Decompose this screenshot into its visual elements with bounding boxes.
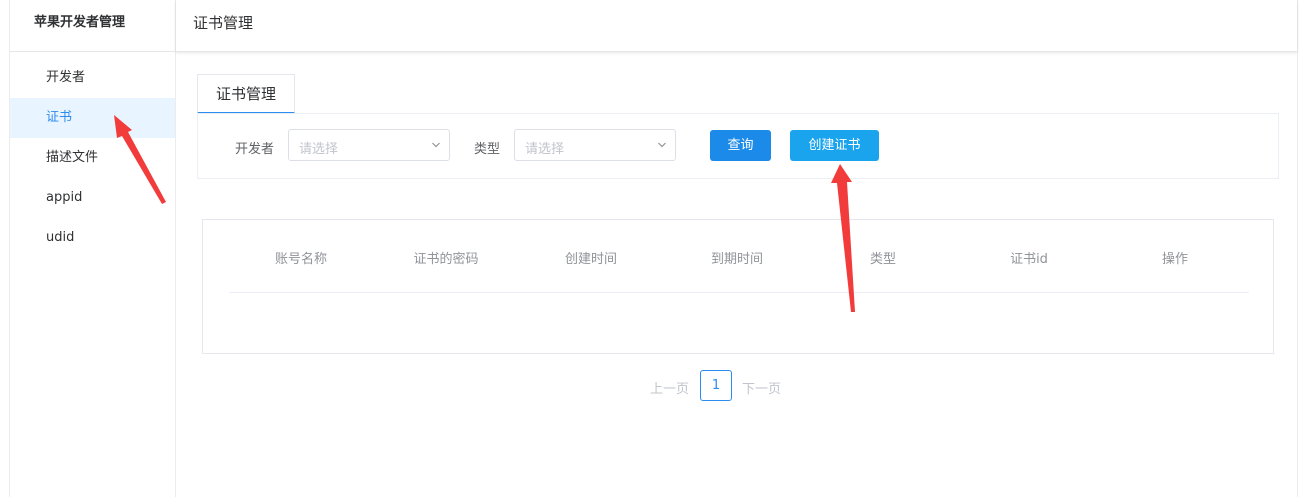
window-edge-right xyxy=(1297,0,1298,497)
type-select[interactable]: 请选择 xyxy=(514,129,676,161)
sidebar-menu: 开发者 证书 描述文件 appid udid xyxy=(10,58,175,258)
column-header-created-time: 创建时间 xyxy=(564,252,618,267)
page-number-current[interactable]: 1 xyxy=(700,370,732,401)
tab-certificate-management[interactable]: 证书管理 xyxy=(197,74,296,114)
sidebar-divider xyxy=(10,46,175,52)
certificate-table: 账号名称 证书的密码 创建时间 到期时间 类型 证书id 操作 xyxy=(202,219,1274,354)
next-page-button[interactable]: 下一页 xyxy=(742,378,781,397)
app-root: 苹果开发者管理 开发者 证书 描述文件 appid udid 证书管理 证书管理… xyxy=(0,0,1301,497)
developer-select-placeholder: 请选择 xyxy=(299,142,339,157)
sidebar-item-udid[interactable]: udid xyxy=(10,218,175,258)
pagination: 上一页 1 下一页 xyxy=(0,370,1301,402)
sidebar: 苹果开发者管理 开发者 证书 描述文件 appid udid xyxy=(10,0,176,497)
page-title: 证书管理 xyxy=(193,14,254,32)
column-header-expiry-time: 到期时间 xyxy=(710,252,764,267)
developer-select[interactable]: 请选择 xyxy=(288,129,450,161)
developer-filter-label: 开发者 xyxy=(235,142,275,157)
sidebar-item-developer[interactable]: 开发者 xyxy=(10,58,175,98)
type-select-placeholder: 请选择 xyxy=(525,142,565,157)
chevron-down-icon xyxy=(658,142,666,148)
sidebar-title: 苹果开发者管理 xyxy=(34,15,126,30)
column-header-type: 类型 xyxy=(869,252,897,267)
sidebar-item-profile[interactable]: 描述文件 xyxy=(10,138,175,178)
tab-bar: 证书管理 xyxy=(197,74,296,114)
filter-bar: 开发者 请选择 类型 请选择 查询 创建证书 xyxy=(197,113,1279,179)
prev-page-button[interactable]: 上一页 xyxy=(650,378,689,397)
create-certificate-button[interactable]: 创建证书 xyxy=(790,130,879,161)
sidebar-item-appid[interactable]: appid xyxy=(10,178,175,218)
type-filter-label: 类型 xyxy=(474,142,501,157)
table-header: 账号名称 证书的密码 创建时间 到期时间 类型 证书id 操作 xyxy=(229,220,1249,293)
chevron-down-icon xyxy=(432,142,440,148)
sidebar-item-certificate[interactable]: 证书 xyxy=(10,98,175,138)
column-header-account-name: 账号名称 xyxy=(274,252,328,267)
column-header-cert-id: 证书id xyxy=(1010,252,1048,267)
column-header-cert-password: 证书的密码 xyxy=(413,252,479,267)
column-header-actions: 操作 xyxy=(1161,252,1189,267)
page-header: 证书管理 xyxy=(176,0,1297,52)
query-button[interactable]: 查询 xyxy=(710,130,771,161)
